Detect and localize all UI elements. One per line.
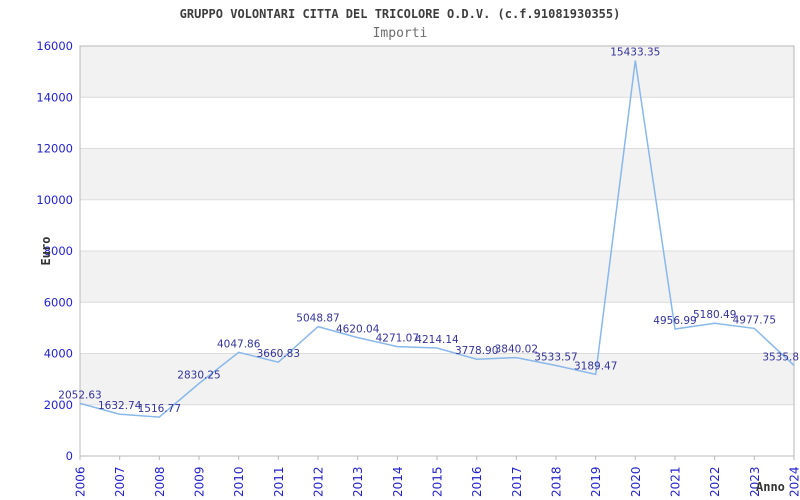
x-tick-label: 2008 [153, 466, 167, 497]
point-label: 3778.90 [455, 345, 498, 357]
x-tick-label: 2020 [629, 466, 643, 497]
x-tick-label: 2017 [510, 466, 524, 497]
plot-band [80, 251, 794, 303]
x-tick-label: 2014 [391, 466, 405, 497]
point-label: 4271.07 [376, 333, 419, 345]
x-tick-label: 2018 [550, 466, 564, 497]
point-label: 3660.83 [257, 348, 300, 360]
x-tick-label: 2007 [113, 466, 127, 497]
y-tick-label: 16000 [36, 39, 73, 53]
x-tick-label: 2012 [312, 466, 326, 497]
y-tick-label: 6000 [44, 295, 73, 309]
y-tick-label: 4000 [44, 347, 73, 361]
point-label: 15433.35 [610, 47, 660, 59]
x-tick-label: 2010 [232, 466, 246, 497]
x-tick-label: 2019 [589, 466, 603, 497]
y-tick-label: 2000 [44, 398, 73, 412]
x-tick-label: 2013 [351, 466, 365, 497]
y-tick-label: 12000 [36, 142, 73, 156]
point-label: 4977.75 [733, 314, 776, 326]
x-axis-label: Anno [756, 480, 785, 494]
line-chart-plot: 2052.631632.741516.772830.254047.863660.… [36, 39, 800, 497]
y-tick-label: 0 [66, 449, 73, 463]
point-label: 4047.86 [217, 338, 261, 350]
x-tick-label: 2021 [669, 466, 683, 497]
point-label: 5180.49 [693, 309, 736, 321]
x-tick-label: 2011 [272, 466, 286, 497]
x-tick-label: 2022 [708, 466, 722, 497]
x-tick-label: 2006 [74, 466, 88, 497]
point-label: 4956.99 [653, 315, 696, 327]
x-tick-label: 2016 [470, 466, 484, 497]
plot-band [80, 46, 794, 98]
chart-canvas: GRUPPO VOLONTARI CITTA DEL TRICOLORE O.D… [0, 0, 800, 500]
plot-band [80, 148, 794, 200]
point-label: 3535.8 [762, 351, 799, 363]
point-label: 3840.02 [495, 344, 538, 356]
point-label: 4620.04 [336, 324, 380, 336]
point-label: 3533.57 [534, 352, 577, 364]
x-tick-label: 2009 [193, 466, 207, 497]
point-label: 4214.14 [415, 334, 459, 346]
x-tick-label: 2015 [431, 466, 445, 497]
y-axis-label: Euro [39, 236, 53, 266]
point-label: 1516.77 [138, 403, 181, 415]
y-tick-label: 14000 [36, 90, 73, 104]
point-label: 2830.25 [177, 370, 220, 382]
x-tick-label: 2024 [788, 466, 800, 497]
point-label: 3189.47 [574, 360, 617, 372]
point-label: 5048.87 [296, 313, 339, 325]
point-label: 1632.74 [98, 400, 142, 412]
y-tick-label: 10000 [36, 193, 73, 207]
